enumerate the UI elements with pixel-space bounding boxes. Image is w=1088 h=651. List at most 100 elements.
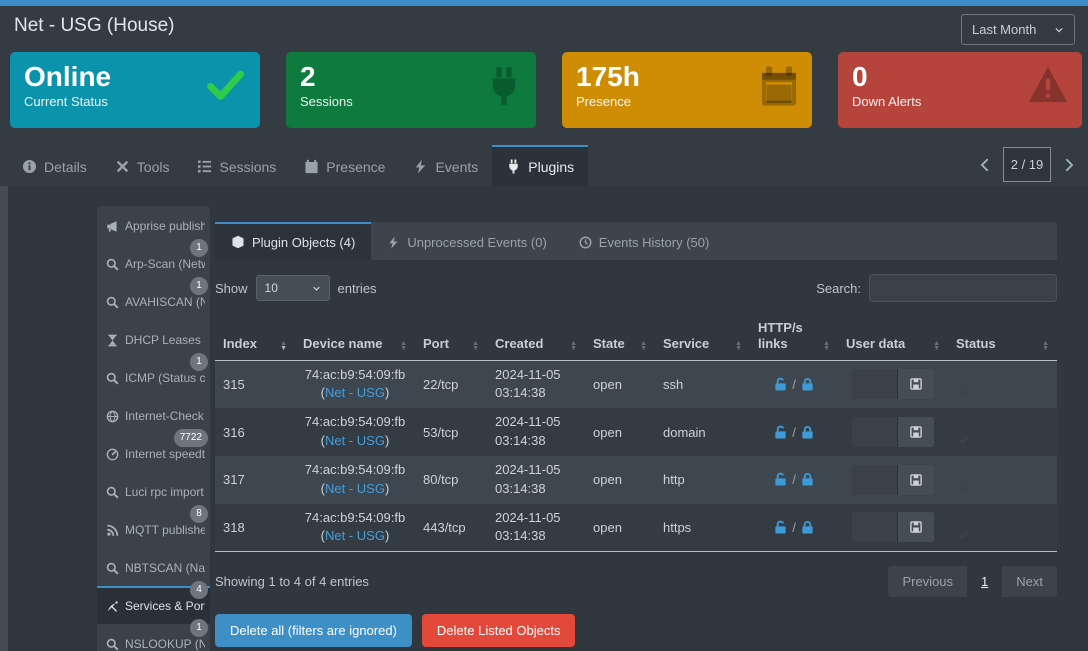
col-header-index[interactable]: Index▲▼ <box>215 314 295 360</box>
period-selector[interactable]: Last Month <box>961 14 1075 45</box>
sidebar-item-label: AVAHISCAN (Name di… <box>125 295 205 309</box>
plug-icon <box>484 64 524 108</box>
search-label: Search: <box>816 281 861 296</box>
page-size-value: 10 <box>265 281 278 295</box>
save-button[interactable] <box>898 465 934 495</box>
page-title: Net - USG (House) <box>14 15 174 37</box>
previous-page-button[interactable]: Previous <box>888 566 967 597</box>
device-link[interactable]: Net - USG <box>325 433 385 448</box>
device-link-line: (Net - USG) <box>303 432 407 451</box>
search-icon <box>106 296 119 309</box>
globe-icon <box>106 410 119 423</box>
user-data-input[interactable] <box>852 512 898 542</box>
rss-icon <box>106 524 119 537</box>
sort-icon: ▲▼ <box>823 341 830 353</box>
save-button[interactable] <box>898 417 934 447</box>
chevron-right-icon[interactable] <box>1062 157 1076 173</box>
cell-port: 22/tcp <box>415 360 487 408</box>
save-button[interactable] <box>898 369 934 399</box>
user-data-input[interactable] <box>852 417 898 447</box>
speedometer-icon <box>106 448 119 461</box>
device-link[interactable]: Net - USG <box>325 528 385 543</box>
calendar-icon <box>304 159 319 174</box>
col-header-port[interactable]: Port▲▼ <box>415 314 487 360</box>
tab-details[interactable]: Details <box>8 145 101 186</box>
sort-icon: ▲▼ <box>640 341 647 353</box>
tab-tools[interactable]: Tools <box>101 145 184 186</box>
delete-all-button[interactable]: Delete all (filters are ignored) <box>215 614 412 647</box>
tab-events-history[interactable]: Events History (50) <box>563 222 726 260</box>
tab-presence[interactable]: Presence <box>290 145 399 186</box>
action-buttons: Delete all (filters are ignored) Delete … <box>215 614 1057 647</box>
col-header-created[interactable]: Created▲▼ <box>487 314 585 360</box>
col-header-https-links[interactable]: HTTP/s links▲▼ <box>750 314 838 360</box>
table-row: 318 74:ac:b9:54:09:fb (Net - USG) 443/tc… <box>215 504 1057 552</box>
cell-state: open <box>585 504 655 552</box>
next-page-button[interactable]: Next <box>1002 566 1057 597</box>
tab-label: Plugins <box>528 159 574 175</box>
sidebar-item-mqtt-publisher[interactable]: MQTT publisher 8 <box>97 510 210 548</box>
cell-http-links: / <box>750 408 838 456</box>
table-controls: Show 10 entries Search: <box>215 274 1057 302</box>
user-data-input[interactable] <box>852 369 898 399</box>
chevron-left-icon[interactable] <box>978 157 992 173</box>
device-header-section: Net - USG (House) Last Month Online Curr… <box>0 6 1088 186</box>
lock-open-icon[interactable] <box>773 520 788 535</box>
search-input[interactable] <box>869 274 1057 302</box>
lock-closed-icon[interactable] <box>800 472 815 487</box>
cell-status <box>948 456 1057 504</box>
lock-open-icon[interactable] <box>773 425 788 440</box>
status-card-sessions: 2 Sessions <box>286 52 536 128</box>
current-page-button[interactable]: 1 <box>967 566 1002 597</box>
sidebar-item-nslookup[interactable]: NSLOOKUP (Name di… 1 <box>97 624 210 651</box>
sidebar-item-label: Apprise publisher <box>125 219 205 233</box>
save-button[interactable] <box>898 512 934 542</box>
cell-status <box>948 360 1057 408</box>
sidebar-item-dhcp-leases[interactable]: DHCP Leases (Device … <box>97 320 210 358</box>
lock-closed-icon[interactable] <box>800 377 815 392</box>
col-header-service[interactable]: Service▲▼ <box>655 314 750 360</box>
sidebar-item-avahiscan[interactable]: AVAHISCAN (Name di… 1 <box>97 282 210 320</box>
check-icon <box>202 64 248 106</box>
lock-open-icon[interactable] <box>773 472 788 487</box>
col-header-device-name[interactable]: Device name▲▼ <box>295 314 415 360</box>
separator: / <box>792 520 796 535</box>
page-size-select[interactable]: 10 <box>256 275 330 301</box>
delete-listed-button[interactable]: Delete Listed Objects <box>422 614 576 647</box>
cell-created: 2024-11-0503:14:38 <box>487 504 585 552</box>
col-header-user-data[interactable]: User data▲▼ <box>838 314 948 360</box>
sidebar-item-luci-rpc-import[interactable]: Luci rpc import (Devi… <box>97 472 210 510</box>
device-page-indicator[interactable]: 2 / 19 <box>1003 147 1051 182</box>
device-link[interactable]: Net - USG <box>325 385 385 400</box>
search-icon <box>106 562 119 575</box>
col-header-status[interactable]: Status▲▼ <box>948 314 1057 360</box>
tab-plugin-objects[interactable]: Plugin Objects (4) <box>215 222 371 260</box>
lock-open-icon[interactable] <box>773 377 788 392</box>
user-data-input[interactable] <box>852 465 898 495</box>
tab-unprocessed-events[interactable]: Unprocessed Events (0) <box>371 222 562 260</box>
cell-port: 443/tcp <box>415 504 487 552</box>
plugin-content: Plugin Objects (4) Unprocessed Events (0… <box>215 222 1057 651</box>
count-badge: 1 <box>190 353 208 371</box>
sidebar-item-nbtscan[interactable]: NBTSCAN (Name disc… <box>97 548 210 586</box>
col-header-state[interactable]: State▲▼ <box>585 314 655 360</box>
show-label: Show <box>215 281 248 296</box>
sidebar-item-internet-speedtest[interactable]: Internet speedtest 7722 <box>97 434 210 472</box>
tab-sessions[interactable]: Sessions <box>183 145 290 186</box>
lock-closed-icon[interactable] <box>800 520 815 535</box>
sidebar-item-icmp[interactable]: ICMP (Status check) 1 <box>97 358 210 396</box>
tab-label: Events History (50) <box>599 235 710 250</box>
save-icon <box>909 425 923 439</box>
sidebar-item-apprise-publisher[interactable]: Apprise publisher <box>97 206 210 244</box>
lock-closed-icon[interactable] <box>800 425 815 440</box>
device-mac: 74:ac:b9:54:09:fb <box>303 366 407 385</box>
cell-service: http <box>655 456 750 504</box>
sidebar-item-label: Internet-Check <box>125 409 204 423</box>
sidebar-item-services-and-ports[interactable]: Services & Ports (NM… 4 <box>97 586 210 624</box>
tab-events[interactable]: Events <box>399 145 492 186</box>
tab-plugins[interactable]: Plugins <box>492 145 588 186</box>
device-link[interactable]: Net - USG <box>325 481 385 496</box>
hourglass-icon <box>106 334 119 347</box>
sidebar-item-arp-scan[interactable]: Arp-Scan (Network s… 1 <box>97 244 210 282</box>
search-icon <box>106 372 119 385</box>
